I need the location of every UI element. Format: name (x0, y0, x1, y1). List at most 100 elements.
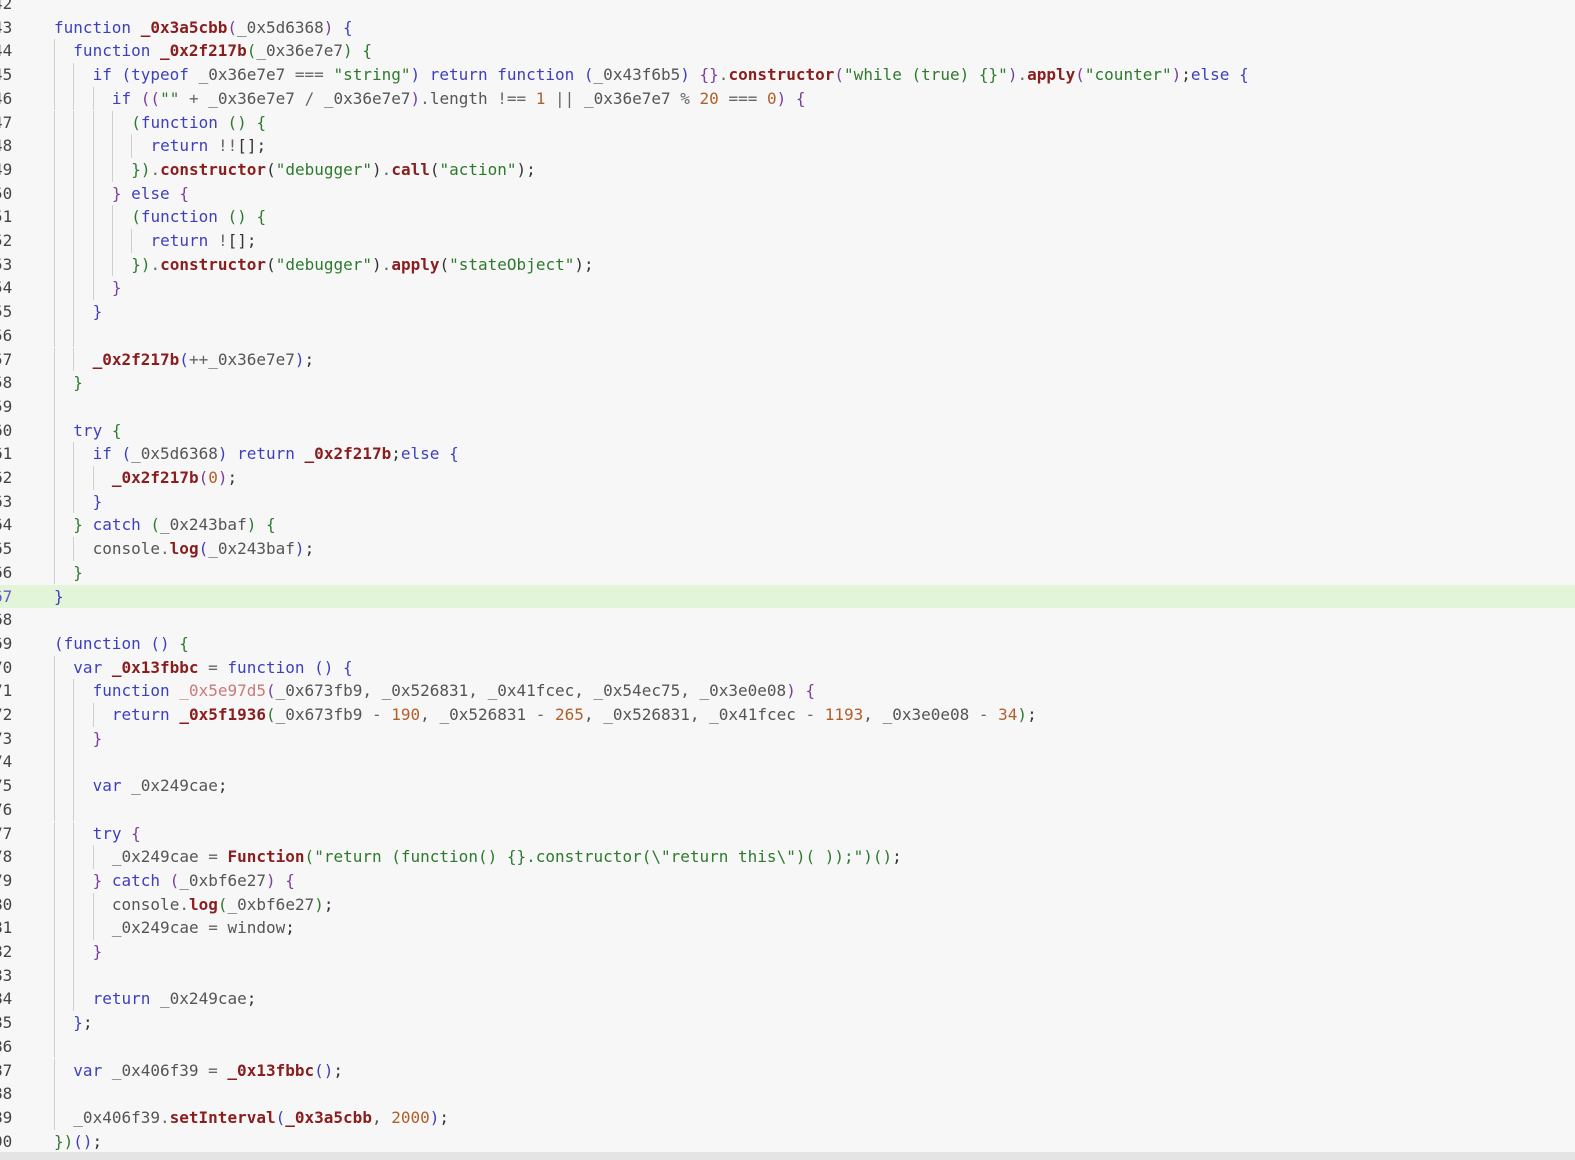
code-token: . (150, 254, 161, 274)
code-token: ( (121, 444, 132, 464)
code-line[interactable]: 71 function _0x5e97d5(_0x673fb9, _0x52683… (0, 679, 1575, 703)
code-token: ; (217, 776, 228, 796)
code-token: if (92, 444, 122, 464)
code-text: } (73, 561, 83, 585)
indent-guide (54, 63, 55, 87)
code-token: _0x249cae (111, 847, 209, 867)
code-token: function (140, 207, 228, 227)
code-line[interactable]: 48 return !![]; (0, 134, 1575, 158)
indent-guide (92, 252, 94, 277)
code-line[interactable]: 82} (0, 940, 1575, 964)
code-line[interactable]: 73} (0, 726, 1575, 751)
code-line[interactable]: 85}; (0, 1011, 1575, 1035)
indent-guide (54, 987, 55, 1012)
code-token: ) (680, 65, 690, 85)
horizontal-scrollbar[interactable] (0, 1152, 1575, 1160)
code-token: _0x2f217b (92, 349, 180, 369)
code-line[interactable]: 70 var _0x13fbbc = function () { (0, 655, 1575, 680)
code-line[interactable]: 72return _0x5f1936(_0x673fb9 - 190, _0x5… (0, 703, 1575, 727)
code-line[interactable]: 56 (0, 323, 1575, 348)
code-token: catch (92, 515, 151, 535)
code-line[interactable]: 60 try { (0, 418, 1575, 443)
code-token: ) (1171, 65, 1182, 85)
code-line[interactable]: 84 return _0x249cae; (0, 987, 1575, 1012)
code-token: console (111, 894, 180, 914)
code-line[interactable]: 66} (0, 560, 1575, 585)
code-line[interactable]: 76 (0, 797, 1575, 822)
code-token: []; (227, 231, 257, 250)
code-line[interactable]: 44 function _0x2f217b(_0x36e7e7) { (0, 39, 1575, 64)
line-number: 89 (0, 1107, 13, 1127)
indent-guide (54, 110, 55, 135)
code-line[interactable]: 77 try { (0, 821, 1575, 846)
code-editor[interactable]: 4243function _0x3a5cbb(_0x5d6368) {44fun… (0, 0, 1575, 1160)
code-line[interactable]: 55} (0, 300, 1575, 324)
code-line[interactable]: 64} catch (_0x243baf) { (0, 513, 1575, 538)
code-line[interactable]: 74 (0, 750, 1575, 775)
code-line[interactable]: 75 var _0x249cae; (0, 774, 1575, 798)
code-line[interactable]: 63} (0, 489, 1575, 514)
code-line[interactable]: 59 (0, 394, 1575, 419)
code-line[interactable]: 78 _0x249cae = Function("return (function… (0, 845, 1575, 869)
line-number: 86 (0, 1036, 13, 1056)
indent-guide (54, 892, 55, 917)
code-line[interactable]: 50} else { (0, 181, 1575, 206)
indent-guide (92, 703, 94, 727)
indent-guide (73, 205, 75, 229)
code-text: if (typeof _0x36e7e7 === "string") retur… (93, 63, 1249, 87)
code-token: + (188, 88, 209, 108)
code-line[interactable]: 87 var _0x406f39 = _0x13fbbc(); (0, 1058, 1575, 1083)
code-token: _0x13fbbc (111, 657, 209, 677)
code-line[interactable]: 57 _0x2f217b(++_0x36e7e7); (0, 347, 1575, 372)
code-line[interactable]: 67} (0, 584, 1575, 609)
code-token: ) (776, 88, 787, 108)
code-token: 0 (208, 468, 218, 487)
code-line[interactable]: 49}).constructor("debugger").call("actio… (0, 157, 1575, 182)
code-line[interactable]: 45if (typeof _0x36e7e7 === "string") ret… (0, 63, 1575, 87)
indent-guide (111, 134, 113, 158)
code-line[interactable]: 90})(); (0, 1130, 1575, 1154)
code-line[interactable]: 81 _0x249cae = window; (0, 916, 1575, 940)
code-line[interactable]: 51 (function () { (0, 205, 1575, 229)
indent-guide (73, 442, 75, 466)
code-line[interactable]: 61 if (_0x5d6368) return _0x2f217b;else { (0, 442, 1575, 466)
code-token: _0x673fb9, _0x526831, _0x41fcec, _0x54ec… (275, 681, 787, 701)
code-token: ( (275, 1107, 286, 1127)
code-line[interactable]: 83 (0, 963, 1575, 988)
code-line[interactable]: 65 console.log(_0x243baf); (0, 537, 1575, 561)
code-token: _0x673fb9 (275, 705, 372, 724)
code-token: ( (834, 65, 845, 85)
code-token: else (1190, 65, 1240, 85)
code-token: . (150, 159, 161, 179)
line-number: 82 (0, 942, 13, 961)
code-line[interactable]: 54} (0, 276, 1575, 301)
code-token: === (728, 88, 767, 108)
code-text: try { (93, 822, 141, 846)
line-number: 56 (0, 325, 13, 345)
code-text: return _0x249cae; (93, 987, 257, 1011)
code-text: } (54, 585, 64, 609)
code-line[interactable]: 80 console.log(_0xbf6e27); (0, 892, 1575, 917)
code-line[interactable]: 68 (0, 608, 1575, 632)
code-line[interactable]: 53}).constructor("debugger").apply("stat… (0, 252, 1575, 277)
indent-guide (54, 323, 55, 348)
code-token: return (111, 705, 180, 724)
code-line[interactable]: 58} (0, 371, 1575, 395)
code-line[interactable]: 43 function _0x3a5cbb(_0x5d6368) { (0, 16, 1575, 40)
code-line[interactable]: 52 return ![]; (0, 229, 1575, 253)
code-line[interactable]: 46 if (("" + _0x36e7e7 / _0x36e7e7).lengt… (0, 86, 1575, 111)
indent-guide (73, 868, 75, 893)
code-line[interactable]: 79} catch (_0xbf6e27) { (0, 868, 1575, 893)
code-line[interactable]: 47 (function () { (0, 110, 1575, 135)
code-line[interactable]: 88 (0, 1082, 1575, 1106)
code-line[interactable]: 89 _0x406f39.setInterval(_0x3a5cbb, 2000)… (0, 1105, 1575, 1130)
code-line[interactable]: 86 (0, 1034, 1575, 1059)
indent-guide (92, 276, 94, 301)
code-token: if (92, 65, 122, 85)
code-line[interactable]: 69 (function () { (0, 632, 1575, 656)
code-token: ; (439, 1107, 450, 1127)
code-line[interactable]: 42 (0, 0, 1575, 16)
code-line[interactable]: 62 _0x2f217b(0); (0, 466, 1575, 490)
code-token: } (73, 373, 83, 393)
indent-guide (131, 229, 133, 253)
